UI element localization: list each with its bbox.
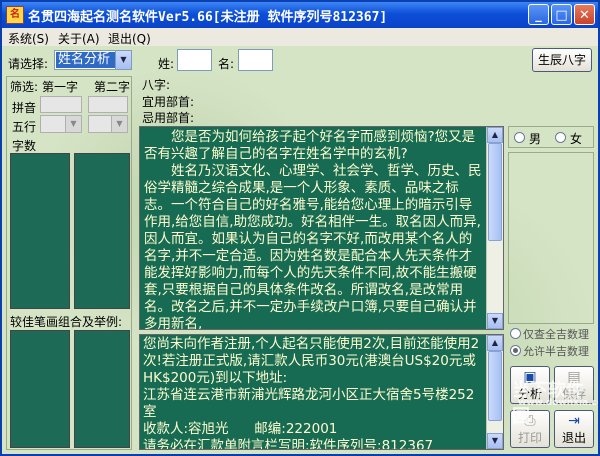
strokes-label: 字数 [12, 139, 37, 153]
filter-label: 筛选: [10, 80, 39, 94]
notice-line: 您尚未向作者注册,个人起名只能使用2次,目前还能使用2次!若注册正式版,请汇款人… [143, 336, 480, 386]
intro-text-area[interactable]: 您是否为如何给孩子起个好名字而感到烦恼?您又是否有兴趣了解自己的名字在姓名学中的… [139, 126, 504, 330]
notice-address: 江苏省连云港市新浦光辉路龙河小区正大宿舍5号楼252室 [143, 387, 475, 420]
intro-scrollbar[interactable]: ▲ ▼ [486, 127, 503, 329]
allow-half-radio[interactable] [510, 345, 521, 356]
male-label: 男 [529, 132, 542, 146]
notice-serial: 请务必在汇款单附言栏写明:软件序列号:812367 [143, 438, 434, 449]
window-title: 名贯四海起名测名软件Ver5.66[未注册 软件序列号812367] [28, 10, 388, 25]
second-char-label: 第二字 [94, 80, 131, 94]
wuxing-first-select[interactable]: ▼ [40, 115, 82, 133]
menu-exit[interactable]: 退出(Q) [108, 30, 151, 47]
chevron-down-icon[interactable]: ▼ [115, 51, 131, 69]
second-strokes-list[interactable] [74, 153, 130, 309]
minimize-button[interactable]: _ [528, 4, 549, 25]
given-name-input[interactable] [238, 49, 273, 71]
print-label: 打印 [517, 431, 542, 445]
app-window: 名 名贯四海起名测名软件Ver5.66[未注册 软件序列号812367] _ □… [0, 0, 600, 456]
notice-payee: 收款人:容旭光 邮编:222001 [143, 421, 338, 437]
female-radio[interactable] [555, 132, 566, 143]
scroll-up-icon[interactable]: ▲ [487, 127, 503, 143]
intro-paragraph: 姓名乃汉语文化、心理学、社会学、哲学、历史、民俗学精髓之综合成果,是一个人形象、… [144, 163, 482, 329]
allow-half-label: 允许半吉数理 [523, 345, 589, 358]
wuxing-second-select[interactable]: ▼ [88, 115, 128, 133]
mode-select[interactable]: 姓名分析 ▼ [54, 50, 132, 70]
wuxing-label: 五行 [12, 120, 37, 134]
main-area: 请选择: 姓名分析 ▼ 姓: 名: 生辰八字 筛选: 第一字 第二字 拼音 五行… [2, 46, 598, 454]
scroll-thumb[interactable] [488, 143, 502, 241]
chevron-down-icon[interactable]: ▼ [65, 116, 81, 132]
chevron-down-icon[interactable]: ▼ [111, 116, 127, 132]
scroll-down-icon[interactable]: ▼ [487, 313, 503, 329]
combo-label: 较佳笔画组合及举例: [10, 315, 123, 329]
only-auspicious-label: 仅查全吉数理 [523, 328, 589, 341]
male-radio[interactable] [514, 132, 525, 143]
title-bar[interactable]: 名 名贯四海起名测名软件Ver5.66[未注册 软件序列号812367] _ □… [2, 2, 598, 28]
yiyong-label: 宜用部首: [142, 95, 195, 109]
scroll-down-icon[interactable]: ▼ [487, 433, 503, 449]
first-strokes-list[interactable] [10, 153, 70, 309]
given-name-label: 名: [218, 57, 235, 71]
female-label: 女 [570, 132, 583, 146]
surname-label: 姓: [158, 57, 175, 71]
pinyin-second-input[interactable] [88, 96, 128, 113]
result-side-panel [508, 152, 594, 324]
registration-notice[interactable]: 您尚未向作者注册,个人起名只能使用2次,目前还能使用2次!若注册正式版,请汇款人… [139, 334, 504, 450]
pinyin-label: 拼音 [12, 101, 37, 115]
scroll-thumb[interactable] [488, 351, 502, 421]
close-button[interactable]: ✕ [574, 4, 595, 25]
maximize-button[interactable]: □ [551, 4, 572, 25]
first-char-label: 第一字 [42, 80, 79, 94]
watermark-url: www.downxia.com [518, 398, 598, 408]
bazi-label: 八字: [142, 78, 171, 92]
scroll-up-icon[interactable]: ▲ [487, 335, 503, 351]
select-label: 请选择: [8, 57, 49, 71]
combo-list-second[interactable] [74, 330, 130, 448]
birth-bazi-button[interactable]: 生辰八字 [532, 48, 592, 72]
exit-label: 退出 [561, 431, 586, 445]
intro-paragraph: 您是否为如何给孩子起个好名字而感到烦恼?您又是否有兴趣了解自己的名字在姓名学中的… [144, 129, 476, 162]
surname-input[interactable] [177, 49, 212, 71]
pinyin-first-input[interactable] [40, 96, 82, 113]
app-icon[interactable]: 名 [6, 6, 24, 24]
jiyong-label: 忌用部首: [142, 111, 195, 125]
menu-bar: 系统(S) 关于(A) 退出(Q) [2, 28, 598, 46]
only-auspicious-radio[interactable] [510, 328, 521, 339]
notice-scrollbar[interactable]: ▲ ▼ [486, 335, 503, 449]
menu-about[interactable]: 关于(A) [58, 30, 100, 47]
combo-list-first[interactable] [10, 330, 70, 448]
mode-select-value: 姓名分析 [56, 52, 115, 68]
menu-system[interactable]: 系统(S) [8, 30, 49, 47]
